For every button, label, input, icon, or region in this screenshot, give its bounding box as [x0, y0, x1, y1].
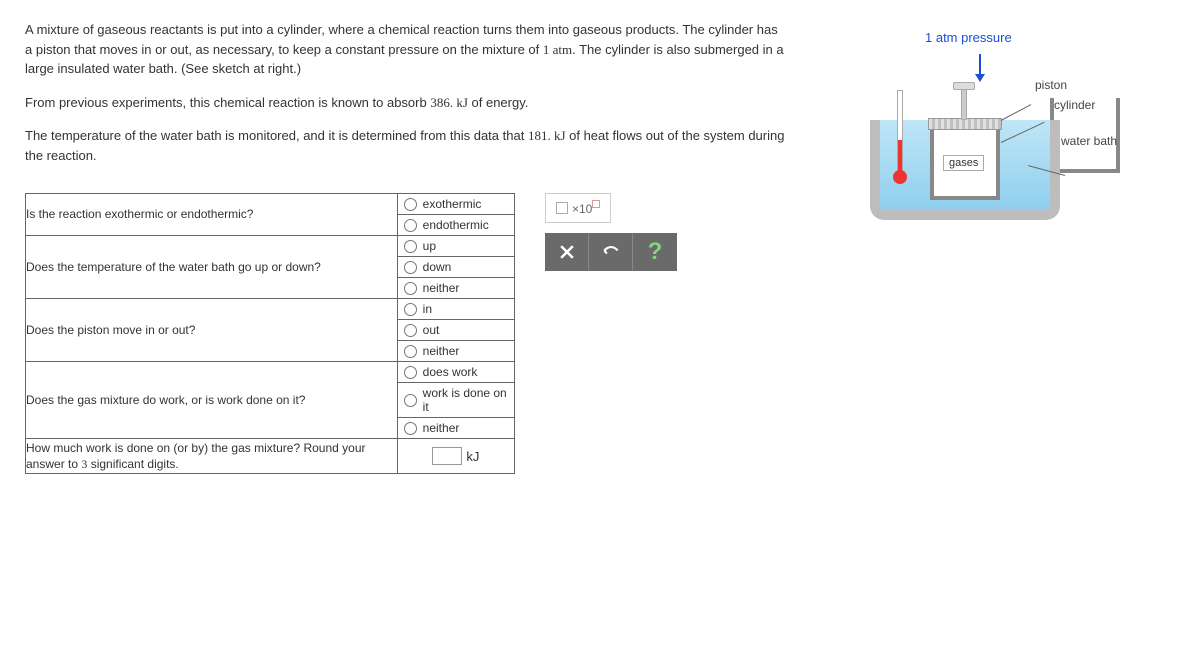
exponent-button[interactable]: ×10: [545, 193, 611, 223]
toolbar: ?: [545, 233, 677, 271]
q2-option-up[interactable]: up: [398, 236, 514, 257]
question-icon: ?: [648, 238, 663, 266]
q1-radio-endothermic[interactable]: [404, 219, 417, 232]
q4-radio-doeswork[interactable]: [404, 366, 417, 379]
q2-radio-up[interactable]: [404, 240, 417, 253]
waterbath-label: water bath: [1061, 134, 1117, 148]
q2-option-down[interactable]: down: [398, 257, 514, 278]
thermometer-fill: [898, 140, 902, 174]
q2-prompt: Does the temperature of the water bath g…: [26, 236, 398, 299]
q4-prompt: Does the gas mixture do work, or is work…: [26, 362, 398, 439]
thermometer-bulb: [893, 170, 907, 184]
undo-button[interactable]: [589, 233, 633, 271]
q4-radio-neither[interactable]: [404, 422, 417, 435]
q3-option-neither[interactable]: neither: [398, 341, 514, 361]
piston-handle: [953, 82, 975, 90]
q5-prompt: How much work is done on (or by) the gas…: [26, 439, 398, 474]
problem-paragraph-1: A mixture of gaseous reactants is put in…: [25, 20, 785, 79]
undo-icon: [601, 242, 621, 262]
q5-work-input[interactable]: [432, 447, 462, 465]
q1-prompt: Is the reaction exothermic or endothermi…: [26, 194, 398, 236]
q3-prompt: Does the piston move in or out?: [26, 299, 398, 362]
problem-paragraph-3: The temperature of the water bath is mon…: [25, 126, 785, 165]
q3-radio-in[interactable]: [404, 303, 417, 316]
problem-paragraph-2: From previous experiments, this chemical…: [25, 93, 785, 113]
apparatus-diagram: 1 atm pressure piston cylinder water bat…: [815, 30, 1095, 230]
q2-radio-neither[interactable]: [404, 282, 417, 295]
q1-option-endothermic[interactable]: endothermic: [398, 215, 514, 235]
q4-option-workdone[interactable]: work is done on it: [398, 383, 514, 418]
pressure-label: 1 atm pressure: [925, 30, 1012, 45]
gases-label: gases: [943, 155, 984, 171]
clear-button[interactable]: [545, 233, 589, 271]
q4-radio-workdone[interactable]: [404, 394, 417, 407]
q2-option-neither[interactable]: neither: [398, 278, 514, 298]
q3-option-out[interactable]: out: [398, 320, 514, 341]
q4-option-doeswork[interactable]: does work: [398, 362, 514, 383]
q2-radio-down[interactable]: [404, 261, 417, 274]
question-table: Is the reaction exothermic or endothermi…: [25, 193, 515, 474]
q4-option-neither[interactable]: neither: [398, 418, 514, 438]
help-button[interactable]: ?: [633, 233, 677, 271]
q3-option-in[interactable]: in: [398, 299, 514, 320]
x-icon: [557, 242, 577, 262]
q1-option-exothermic[interactable]: exothermic: [398, 194, 514, 215]
piston-label: piston: [1035, 78, 1067, 92]
q3-radio-out[interactable]: [404, 324, 417, 337]
q5-unit: kJ: [466, 449, 479, 464]
arrow-down-icon: [973, 54, 987, 87]
checkbox-icon: [556, 202, 568, 214]
leader-line: [1001, 104, 1031, 121]
piston-rod: [961, 88, 967, 120]
q3-radio-neither[interactable]: [404, 345, 417, 358]
q1-radio-exothermic[interactable]: [404, 198, 417, 211]
